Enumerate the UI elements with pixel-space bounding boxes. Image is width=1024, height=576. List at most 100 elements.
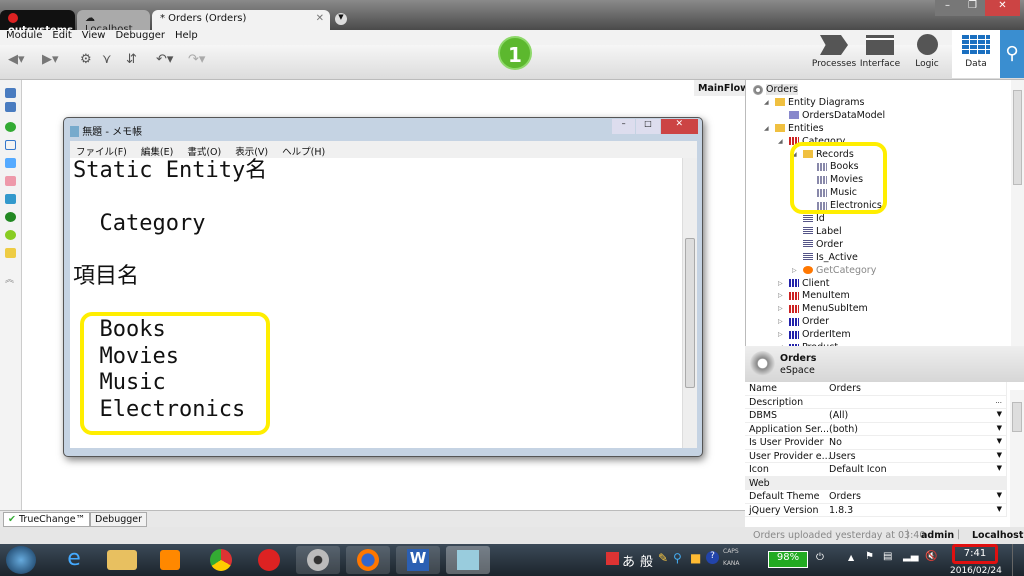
toolbox-icon[interactable] [5, 230, 16, 240]
property-row[interactable]: Is User Provider No ▼ [745, 436, 1007, 450]
expand-toggle-icon[interactable]: ▷ [778, 280, 786, 287]
notepad-scrollbar[interactable] [682, 158, 697, 448]
toolbox-icon[interactable] [5, 158, 16, 168]
dropdown-icon[interactable]: ▼ [997, 424, 1002, 432]
logic-tab[interactable]: Logic [903, 30, 951, 78]
processes-tab[interactable]: Processes [810, 30, 858, 78]
tree-item[interactable]: ▷ GetCategory [792, 264, 876, 277]
volume-muted-icon[interactable]: 🔇 [925, 551, 937, 562]
mainflow-label[interactable]: MainFlow [694, 80, 749, 96]
toolbox-icon[interactable] [5, 88, 16, 98]
firefox-task[interactable] [346, 546, 390, 574]
property-row[interactable]: User Provider e... Users ▼ [745, 449, 1007, 463]
tab-truechange[interactable]: ✔ TrueChange™ [3, 512, 91, 527]
close-window-button[interactable]: ✕ [985, 0, 1020, 16]
search-icon[interactable]: ⚲ [1000, 30, 1024, 78]
menu-debugger[interactable]: Debugger [115, 30, 165, 45]
toolbox-icon[interactable] [5, 176, 16, 186]
close-button[interactable]: ✕ [660, 119, 698, 134]
notepad-task[interactable] [446, 546, 490, 574]
property-row[interactable]: Name Orders [745, 382, 1007, 396]
menu-help[interactable]: Help [175, 30, 198, 45]
tree-scrollbar[interactable] [1011, 80, 1024, 346]
explorer-icon[interactable] [107, 550, 137, 570]
tab-localhost[interactable]: ☁ Localhost [77, 10, 150, 35]
tab-orders[interactable]: * Orders (Orders) ✕ [152, 10, 330, 30]
tree-item[interactable]: ▷ OrderItem [778, 328, 851, 341]
property-row[interactable]: Application Ser... (both) ▼ [745, 422, 1007, 436]
expand-toggle-icon[interactable]: ◢ [764, 99, 772, 106]
dropdown-icon[interactable]: ▼ [997, 464, 1002, 472]
battery-indicator[interactable]: 98% [768, 551, 808, 568]
menu-view[interactable]: 表示(V) [235, 144, 268, 158]
property-value[interactable]: (both) [829, 424, 858, 435]
undo-icon[interactable]: ↶▾ [156, 52, 173, 67]
tree-item[interactable]: Label [792, 225, 842, 238]
expand-toggle-icon[interactable]: ◢ [764, 125, 772, 132]
tree-item[interactable]: ◢ Entity Diagrams [764, 96, 865, 109]
property-value[interactable]: Orders [829, 491, 861, 502]
tree-item[interactable]: OrdersDataModel [778, 109, 885, 122]
menu-module[interactable]: Module [6, 30, 42, 45]
property-value[interactable]: No [829, 437, 842, 448]
minimize-button[interactable]: – [612, 119, 636, 134]
tab-debugger[interactable]: Debugger [90, 512, 148, 527]
expand-toggle-icon[interactable]: ▷ [778, 305, 786, 312]
flag-icon[interactable]: ⚑ [865, 551, 874, 562]
tree-item[interactable]: ▷ MenuSubItem [778, 302, 868, 315]
tree-item[interactable]: Orders [750, 83, 798, 96]
property-value[interactable]: Users [829, 451, 856, 462]
tree-item[interactable]: ◢ Entities [764, 122, 824, 135]
clock-time[interactable]: 7:41 [952, 544, 998, 564]
tab-outsystems[interactable]: outsystems [0, 10, 75, 36]
toolbox-icon[interactable] [5, 102, 16, 112]
tab-dropdown-icon[interactable]: ▼ [335, 13, 347, 25]
tree-item[interactable]: Order [792, 238, 843, 251]
maximize-button[interactable]: ❐ [960, 0, 985, 16]
property-row[interactable]: DBMS (All) ▼ [745, 409, 1007, 423]
tree-item[interactable]: ▷ Order [778, 315, 829, 328]
expand-toggle-icon[interactable]: ▷ [778, 292, 786, 299]
property-row[interactable]: Description... [745, 395, 1007, 409]
expand-toggle-icon[interactable]: ▷ [778, 318, 786, 325]
help-icon[interactable]: ? [706, 551, 719, 564]
expand-toggle-icon[interactable]: ▷ [778, 331, 786, 338]
dropdown-icon[interactable]: ▼ [997, 505, 1002, 513]
property-value[interactable]: (All) [829, 410, 848, 421]
start-button[interactable] [6, 546, 36, 574]
device-icon[interactable]: ▤ [883, 551, 892, 562]
property-value[interactable]: Default Icon [829, 464, 887, 475]
property-row[interactable]: Default Theme Orders ▼ [745, 490, 1007, 504]
toolbox-icon[interactable] [5, 248, 16, 258]
collapse-icon[interactable]: ︽ [5, 272, 16, 285]
dropdown-icon[interactable]: ... [995, 397, 1002, 405]
toolbox-icon[interactable] [5, 194, 16, 204]
network-icon[interactable]: ▂▄ [903, 551, 918, 562]
app-icon[interactable] [258, 549, 280, 571]
compare-icon[interactable]: ⇵ [126, 52, 137, 67]
gear-icon[interactable]: ⚙ [80, 52, 92, 67]
properties-section[interactable]: Web [745, 476, 1007, 490]
show-desktop-button[interactable] [1012, 544, 1024, 576]
dropdown-icon[interactable]: ▼ [997, 451, 1002, 459]
tree-item[interactable]: ▷ MenuItem [778, 289, 850, 302]
dropdown-icon[interactable]: ▼ [997, 437, 1002, 445]
ime-search-icon[interactable]: ⚲ [673, 551, 682, 565]
dependencies-icon[interactable]: ⋎ [102, 52, 112, 67]
property-row[interactable]: Icon Default Icon ▼ [745, 463, 1007, 477]
scroll-thumb[interactable] [1013, 90, 1022, 185]
toolbox-icon[interactable] [5, 122, 16, 132]
property-value[interactable]: 1.8.3 [829, 505, 853, 516]
dropdown-icon[interactable]: ▼ [997, 410, 1002, 418]
status-user[interactable]: admin [921, 530, 954, 541]
forward-icon[interactable]: ▶▾ [42, 52, 59, 67]
tree-item[interactable]: ▷ Client [778, 277, 830, 290]
menu-format[interactable]: 書式(O) [187, 144, 221, 158]
maximize-button[interactable]: □ [636, 119, 660, 134]
status-server[interactable]: Localhost [972, 530, 1023, 541]
redo-icon[interactable]: ↷▾ [188, 52, 205, 67]
tree-item[interactable]: Is_Active [792, 251, 858, 264]
ime-icon[interactable] [606, 552, 619, 565]
ime-conversion[interactable]: 般 [640, 551, 653, 570]
power-plug-icon[interactable]: ⏻ [816, 552, 824, 563]
